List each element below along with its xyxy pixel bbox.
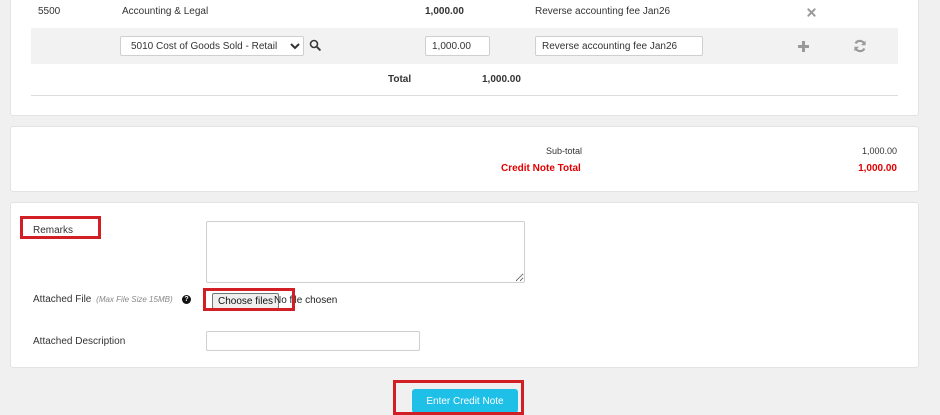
max-file-size-hint: (Max File Size 15MB) [96,295,173,304]
subtotal-value: 1,000.00 [861,146,897,156]
table-divider [31,95,898,96]
reset-line-button[interactable] [851,37,869,55]
attached-description-input[interactable] [206,331,420,351]
lines-total-value: 1,000.00 [482,74,521,85]
account-select[interactable]: 5010 Cost of Goods Sold - Retail [120,36,304,56]
close-icon [806,7,816,17]
remarks-panel: Remarks Attached File (Max File Size 15M… [10,202,919,368]
attached-file-label-text: Attached File [33,294,92,305]
credit-note-total-label: Credit Note Total [501,163,581,174]
subtotal-label: Sub-total [546,146,583,156]
line-account-name: Accounting & Legal [122,6,209,17]
description-input[interactable] [535,36,703,56]
add-line-button[interactable] [794,37,812,55]
choose-files-button[interactable]: Choose files [212,293,280,309]
line-row: 5500 Accounting & Legal 1,000.00 Reverse… [31,1,898,23]
help-icon[interactable]: ? [182,295,191,304]
remarks-label: Remarks [33,225,74,236]
lines-total-label: Total [388,74,412,85]
plus-icon [797,40,809,52]
line-amount: 1,000.00 [425,6,464,17]
search-icon [309,39,321,51]
refresh-icon [854,39,866,53]
line-account-code: 5500 [38,6,61,17]
summary-panel: Sub-total 1,000.00 Credit Note Total 1,0… [10,126,919,192]
enter-credit-note-button[interactable]: Enter Credit Note [412,389,518,413]
no-file-chosen-text: No file chosen [274,295,338,306]
amount-input[interactable] [425,36,490,56]
attached-file-label: Attached File (Max File Size 15MB) [33,294,173,306]
remove-line-button[interactable] [803,4,819,20]
remarks-textarea[interactable] [206,221,525,283]
account-search-button[interactable] [307,37,323,53]
credit-note-total-value: 1,000.00 [858,163,897,174]
line-items-panel: 5500 Accounting & Legal 1,000.00 Reverse… [10,0,919,116]
attached-description-label: Attached Description [33,336,126,347]
new-line-row: 5010 Cost of Goods Sold - Retail [31,28,898,64]
line-description: Reverse accounting fee Jan26 [535,6,671,17]
